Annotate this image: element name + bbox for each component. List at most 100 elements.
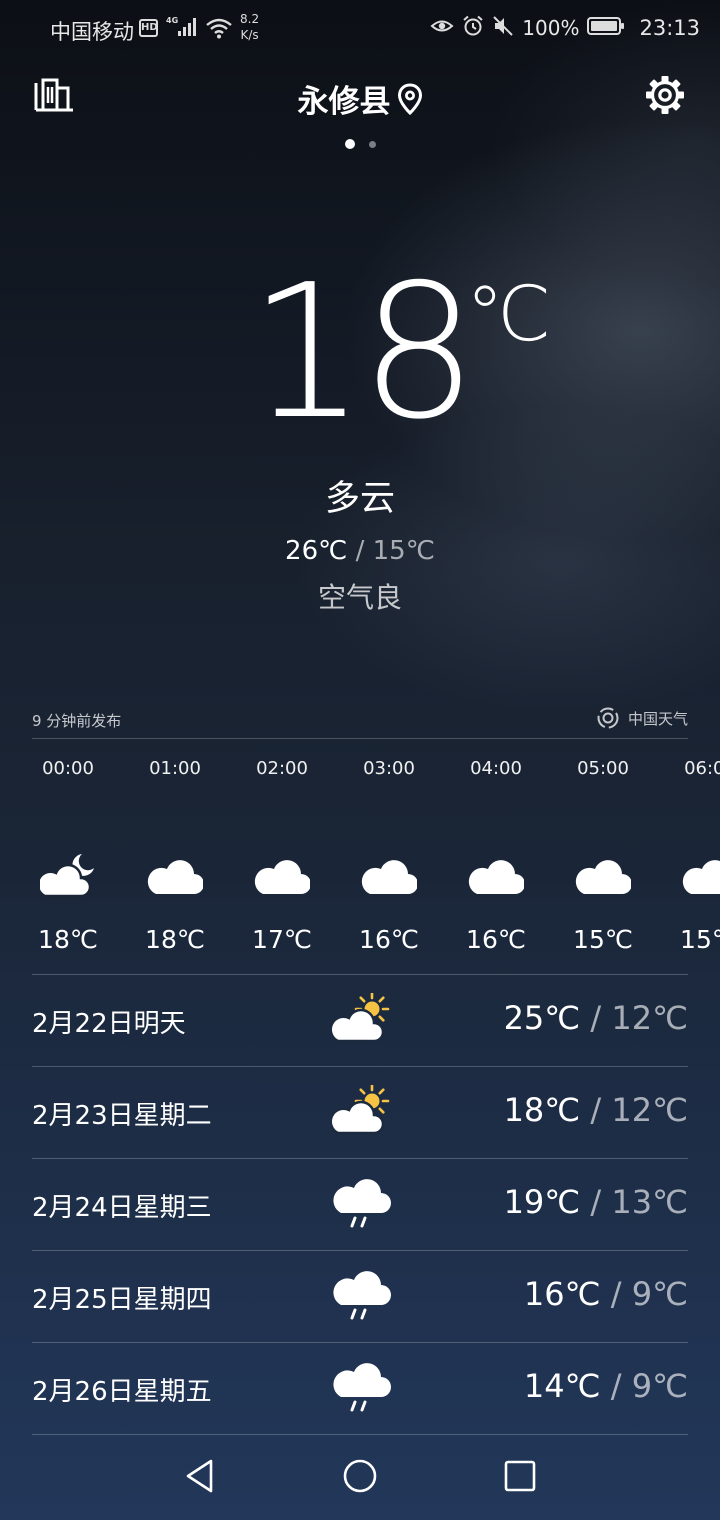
source-name: 中国天气	[627, 709, 688, 728]
hourly-item: 03:00 16℃	[334, 740, 444, 970]
daily-row[interactable]: 2月25日星期四 16℃ / 9℃	[32, 1251, 688, 1343]
city-name: 永修县	[297, 84, 391, 120]
back-button[interactable]	[180, 1456, 220, 1496]
daily-row[interactable]: 2月24日星期三 19℃ / 13℃	[32, 1159, 688, 1251]
divider	[32, 738, 688, 739]
hourly-temp: 18℃	[38, 925, 98, 954]
daily-date: 2月23日星期二	[32, 1101, 212, 1131]
battery-percent: 100%	[522, 16, 580, 40]
hourly-time: 03:00	[363, 758, 415, 779]
back-triangle-icon	[186, 1459, 213, 1493]
cloud-icon	[682, 852, 720, 900]
hourly-time: 04:00	[470, 758, 522, 779]
home-button[interactable]	[340, 1456, 380, 1496]
daily-date: 2月26日星期五	[32, 1377, 212, 1407]
current-low: 15℃	[372, 536, 435, 566]
daily-separator: /	[590, 999, 602, 1037]
hd-badge: HD	[139, 19, 158, 37]
cloudy-night-icon	[36, 852, 96, 900]
navigation-bar	[0, 1436, 720, 1520]
daily-row[interactable]: 2月22日明天 25℃ / 12℃	[32, 975, 688, 1067]
partly-cloudy-day-icon	[329, 1083, 392, 1139]
daily-date: 2月22日明天	[32, 1009, 186, 1039]
current-high-low: 26℃ / 15℃	[0, 536, 720, 566]
daily-date: 2月24日星期三	[32, 1193, 212, 1223]
recents-button[interactable]	[500, 1456, 540, 1496]
recents-square-icon	[504, 1460, 536, 1492]
cloud-icon	[575, 852, 632, 900]
hourly-temp: 16℃	[466, 925, 526, 954]
current-condition: 多云	[324, 479, 395, 519]
hourly-time: 06:00	[684, 758, 720, 779]
china-weather-logo-icon	[597, 707, 619, 729]
cloud-icon	[254, 852, 311, 900]
daily-high: 14℃	[523, 1367, 601, 1405]
page-indicator	[0, 139, 720, 149]
hourly-temp: 16℃	[359, 925, 419, 954]
city-title[interactable]: 永修县	[0, 76, 720, 121]
daily-date: 2月25日星期四	[32, 1285, 212, 1315]
data-source[interactable]: 中国天气	[596, 706, 688, 730]
daily-temps: 19℃ / 13℃	[504, 1183, 688, 1221]
location-pin-icon	[397, 82, 422, 115]
daily-separator: /	[590, 1091, 602, 1129]
cloud-icon	[147, 852, 204, 900]
speed-value: 8.2	[240, 12, 260, 26]
daily-row[interactable]: 2月26日星期五 14℃ / 9℃	[32, 1343, 688, 1435]
current-temp-value: 18	[248, 244, 477, 460]
rain-cloud-icon	[332, 1269, 392, 1323]
air-quality: 空气良	[317, 581, 402, 614]
mute-icon	[492, 15, 514, 41]
status-time: 23:13	[639, 16, 700, 40]
rain-cloud-icon	[332, 1361, 392, 1415]
daily-separator: /	[610, 1275, 622, 1313]
daily-high: 25℃	[503, 999, 581, 1037]
hourly-item: 00:00 18℃	[13, 740, 123, 970]
daily-separator: /	[610, 1367, 622, 1405]
daily-row[interactable]: 2月23日星期二 18℃ / 12℃	[32, 1067, 688, 1159]
daily-temps: 16℃ / 9℃	[524, 1275, 688, 1313]
daily-low: 9℃	[631, 1275, 688, 1313]
hourly-item: 01:00 18℃	[120, 740, 230, 970]
publish-time: 9 分钟前发布	[32, 712, 122, 730]
carrier-name: 中国移动	[50, 20, 134, 44]
gear-icon	[646, 76, 684, 114]
daily-high: 16℃	[523, 1275, 601, 1313]
wifi-icon	[205, 17, 233, 43]
alarm-icon	[462, 15, 484, 41]
home-circle-icon	[343, 1459, 377, 1493]
hourly-time: 01:00	[149, 758, 201, 779]
current-temperature: 18 ℃	[0, 252, 720, 452]
hourly-time: 05:00	[577, 758, 629, 779]
high-low-separator: /	[355, 536, 365, 566]
daily-low: 13℃	[611, 1183, 688, 1221]
hourly-temp: 18℃	[145, 925, 205, 954]
status-right: 100% 23:13	[430, 13, 700, 43]
divider	[32, 1434, 688, 1435]
daily-separator: /	[590, 1183, 602, 1221]
status-bar: 中国移动 HD 4G 8.2 K/s 100% 23:13	[0, 0, 720, 58]
daily-temps: 25℃ / 12℃	[504, 999, 688, 1037]
hourly-item: 05:00 15℃	[548, 740, 658, 970]
battery-icon	[587, 16, 625, 40]
hourly-time: 00:00	[42, 758, 94, 779]
hourly-temp: 15℃	[573, 925, 633, 954]
network-type-label: 4G	[166, 16, 178, 25]
hourly-temp: 15℃	[680, 925, 720, 954]
hourly-forecast[interactable]: 00:00 18℃ 01:00 18℃ 02:00 17℃ 03:00 16℃ 04:00 16℃…	[0, 740, 720, 970]
hourly-temp: 17℃	[252, 925, 312, 954]
daily-temps: 18℃ / 12℃	[504, 1091, 688, 1129]
daily-high: 18℃	[503, 1091, 581, 1129]
hourly-time: 02:00	[256, 758, 308, 779]
daily-low: 12℃	[611, 999, 688, 1037]
settings-button[interactable]	[644, 74, 686, 116]
network-speed: 8.2 K/s	[240, 11, 259, 43]
hourly-item: 02:00 17℃	[227, 740, 337, 970]
speed-unit: K/s	[240, 28, 259, 42]
hourly-item: 04:00 16℃	[441, 740, 551, 970]
daily-low: 9℃	[631, 1367, 688, 1405]
rain-cloud-icon	[332, 1177, 392, 1231]
hourly-item: 06:00 15℃	[655, 740, 720, 970]
signal-icon: 4G	[166, 14, 200, 44]
cloud-icon	[361, 852, 418, 900]
